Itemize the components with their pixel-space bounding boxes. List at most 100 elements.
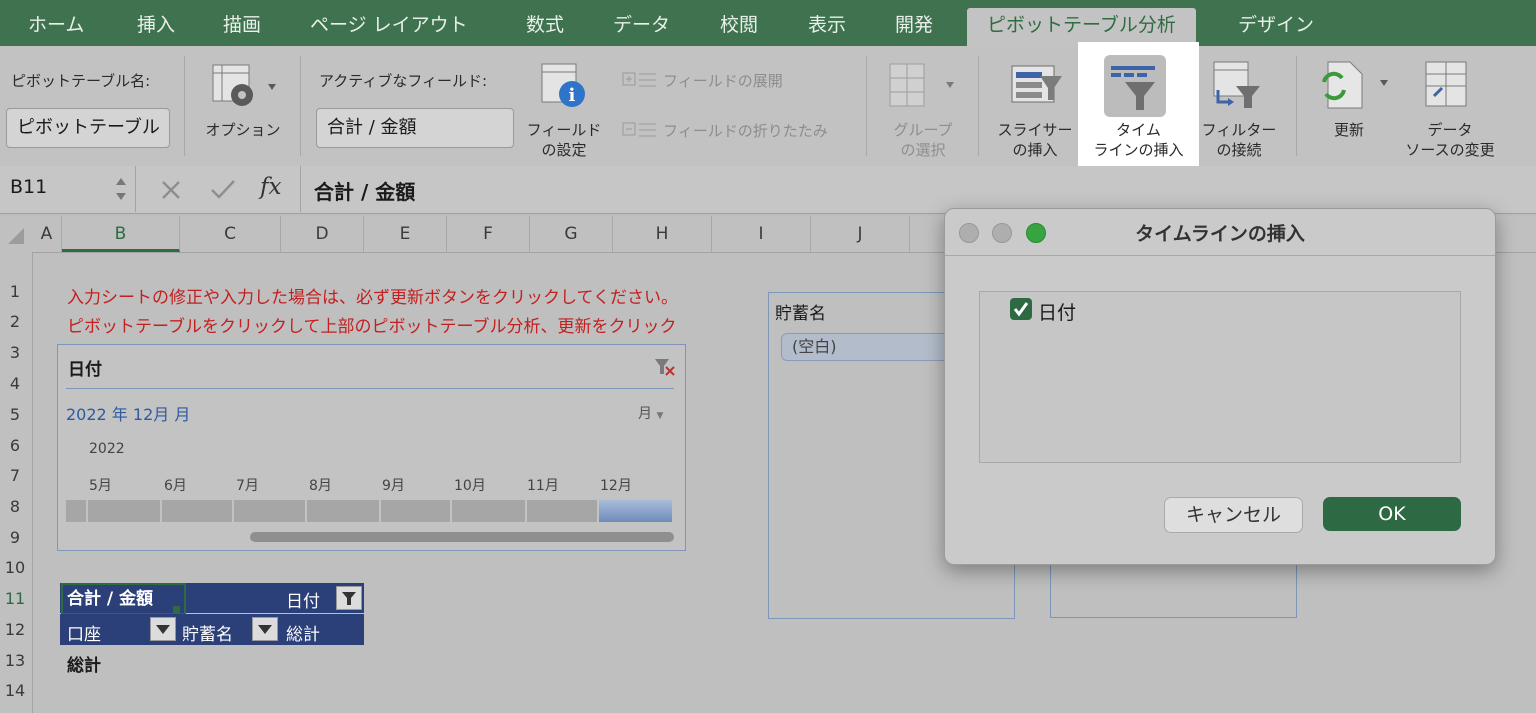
cancel-entry-icon[interactable]: [160, 180, 184, 200]
row-header[interactable]: 9: [0, 528, 30, 547]
account-dropdown[interactable]: [150, 617, 176, 641]
expand-field-button[interactable]: フィールドの展開: [663, 70, 783, 91]
row-header[interactable]: 6: [0, 436, 30, 455]
pivot-column-field: 日付: [286, 592, 320, 612]
row-header[interactable]: 5: [0, 405, 30, 424]
active-field-input[interactable]: 合計 / 金額: [316, 108, 514, 148]
collapse-field-icon: [622, 122, 656, 137]
fill-handle[interactable]: [173, 606, 180, 613]
timeline-bar-segment[interactable]: [527, 500, 597, 522]
name-box-stepper-icon[interactable]: [114, 174, 128, 204]
timeline-slicer[interactable]: 日付 2022 年 12月 月 月 ▼ 2022 5月 6月 7月 8月 9月 …: [57, 344, 686, 551]
pivot-name-label: ピボットテーブル名:: [11, 72, 151, 90]
group-selection-icon: [889, 63, 954, 107]
tab-pivottable-analyze[interactable]: ピボットテーブル分析: [967, 8, 1196, 46]
change-datasource-line2: ソースの変更: [1405, 141, 1495, 159]
timeline-title: 日付: [68, 360, 102, 380]
tab-page-layout[interactable]: ページ レイアウト: [310, 8, 468, 46]
pivot-name-field[interactable]: ピボットテーブル: [6, 108, 170, 148]
cell-reference: B11: [10, 176, 48, 198]
filter-connections-button[interactable]: フィルター の接続: [1196, 120, 1282, 160]
options-button[interactable]: オプション: [198, 120, 288, 140]
tab-developer[interactable]: 開発: [895, 8, 933, 46]
row-header[interactable]: 12: [0, 620, 30, 639]
tab-data[interactable]: データ: [613, 8, 670, 46]
row-header[interactable]: 4: [0, 374, 30, 393]
tab-draw[interactable]: 描画: [223, 8, 261, 46]
dropdown-arrow-icon: [156, 625, 170, 634]
column-header-f[interactable]: F: [447, 216, 530, 252]
tab-design[interactable]: デザイン: [1238, 8, 1314, 46]
checkmark-icon: [1013, 302, 1029, 317]
column-header-h[interactable]: H: [613, 216, 712, 252]
row-header[interactable]: 2: [0, 312, 30, 331]
column-header-e[interactable]: E: [364, 216, 447, 252]
name-box[interactable]: B11: [0, 166, 136, 212]
field-settings-icon[interactable]: i: [540, 62, 590, 110]
row-header[interactable]: 10: [0, 558, 30, 577]
clear-filter-icon[interactable]: [654, 357, 676, 377]
pivot-row-field-account: 口座: [67, 625, 101, 645]
pivot-value-cell[interactable]: 合計 / 金額: [61, 583, 186, 615]
column-header-c[interactable]: C: [180, 216, 281, 252]
change-datasource-button[interactable]: データ ソースの変更: [1396, 120, 1504, 160]
column-header-a[interactable]: A: [32, 216, 62, 252]
ok-button[interactable]: OK: [1323, 497, 1461, 531]
field-checkbox[interactable]: [1010, 298, 1032, 320]
timeline-bar-segment[interactable]: [66, 500, 86, 522]
field-checkbox-label[interactable]: 日付: [1038, 298, 1076, 325]
formula-input[interactable]: 合計 / 金額: [314, 176, 415, 205]
timeline-bar-segment[interactable]: [307, 500, 379, 522]
cancel-button[interactable]: キャンセル: [1164, 497, 1303, 533]
confirm-entry-icon[interactable]: [210, 178, 236, 200]
select-all-corner-icon[interactable]: [4, 226, 26, 246]
row-header[interactable]: 13: [0, 651, 30, 670]
tab-formulas[interactable]: 数式: [526, 8, 564, 46]
group-selection-button[interactable]: グループ の選択: [878, 120, 968, 160]
row-header[interactable]: 8: [0, 497, 30, 516]
pivot-filter-button[interactable]: [336, 586, 362, 610]
timeline-bar-selected[interactable]: [599, 500, 672, 522]
row-header[interactable]: 1: [0, 282, 30, 301]
refresh-icon[interactable]: [1314, 60, 1390, 110]
ribbon-divider: [300, 56, 301, 156]
ribbon-divider: [866, 56, 867, 156]
insert-slicer-button[interactable]: スライサー の挿入: [990, 120, 1080, 160]
timeline-bar-segment[interactable]: [452, 500, 525, 522]
timeline-bar-segment[interactable]: [234, 500, 305, 522]
column-header-b[interactable]: B: [62, 216, 180, 252]
filter-icon: [342, 592, 356, 605]
timeline-bar-segment[interactable]: [88, 500, 160, 522]
column-header-g[interactable]: G: [530, 216, 613, 252]
timeline-month-label: 5月: [89, 478, 112, 494]
timeline-period-dropdown[interactable]: 月 ▼: [638, 403, 663, 423]
tab-review[interactable]: 校閲: [720, 8, 758, 46]
field-settings-button[interactable]: フィールド の設定: [516, 120, 612, 160]
refresh-button[interactable]: 更新: [1316, 120, 1382, 140]
options-gear-icon[interactable]: [210, 62, 276, 112]
dialog-title-divider: [945, 255, 1495, 256]
ribbon-divider: [184, 56, 185, 156]
collapse-field-button[interactable]: フィールドの折りたたみ: [663, 120, 828, 141]
filter-connections-line2: の接続: [1216, 141, 1262, 159]
tab-home[interactable]: ホーム: [28, 8, 84, 46]
tab-insert[interactable]: 挿入: [137, 8, 175, 46]
tab-view[interactable]: 表示: [808, 8, 846, 46]
insert-slicer-line1: スライサー: [997, 121, 1073, 139]
row-header[interactable]: 11: [0, 589, 30, 608]
column-header-i[interactable]: I: [712, 216, 811, 252]
column-header-j[interactable]: J: [811, 216, 910, 252]
savings-dropdown[interactable]: [252, 617, 278, 641]
column-header-d[interactable]: D: [281, 216, 364, 252]
row-header[interactable]: 7: [0, 466, 30, 485]
active-field-label: アクティブなフィールド:: [319, 72, 488, 90]
row-header[interactable]: 3: [0, 343, 30, 362]
timeline-bar-segment[interactable]: [162, 500, 232, 522]
ribbon-divider: [978, 56, 979, 156]
row-header[interactable]: 14: [0, 681, 30, 700]
insert-function-icon[interactable]: fx: [260, 174, 281, 200]
group-selection-line2: の選択: [900, 141, 946, 159]
timeline-scrollbar[interactable]: [250, 532, 674, 542]
timeline-month-label: 10月: [454, 478, 486, 494]
timeline-bar-segment[interactable]: [381, 500, 450, 522]
